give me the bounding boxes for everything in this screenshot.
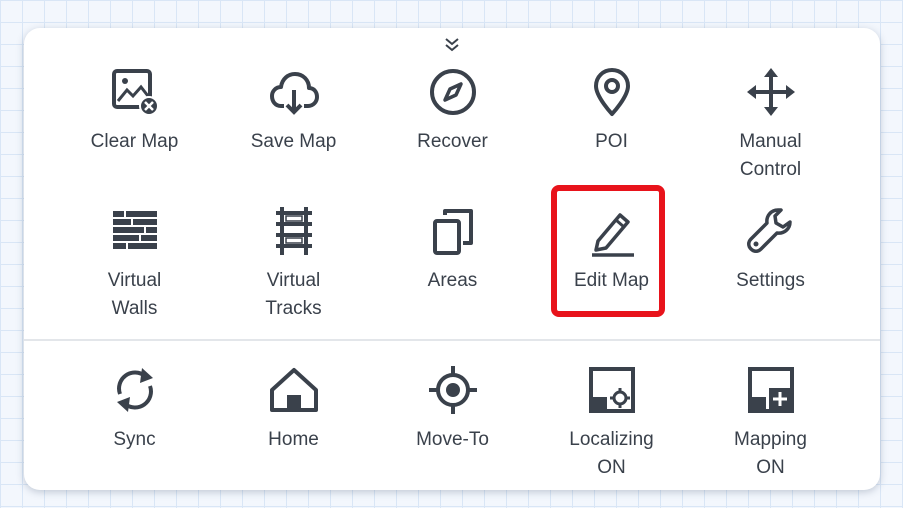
section-divider [24,339,880,341]
home-button[interactable]: Home [214,362,373,490]
home-icon [268,364,320,416]
poi-label: POI [595,131,628,152]
clear-map-button[interactable]: Clear Map [55,64,214,203]
clear-map-label: Clear Map [90,131,179,152]
top-grid: Clear Map Save Map Recover POI Manual Co… [24,64,880,342]
areas-icon [427,205,479,257]
clear-map-icon [109,66,161,118]
move-to-label: Move-To [416,429,489,450]
move-to-button[interactable]: Move-To [373,362,532,490]
target-icon [427,364,479,416]
localizing-button[interactable]: Localizing ON [532,362,691,490]
virtual-walls-label: Virtual Walls [107,270,162,319]
localizing-map-icon [586,364,638,416]
cloud-download-icon [268,66,320,118]
areas-button[interactable]: Areas [373,203,532,342]
virtual-tracks-label: Virtual Tracks [265,270,322,319]
save-map-button[interactable]: Save Map [214,64,373,203]
localizing-label: Localizing ON [569,429,654,478]
recover-button[interactable]: Recover [373,64,532,203]
wrench-icon [745,205,797,257]
manual-control-label: Manual Control [739,131,802,180]
collapse-chevron-icon[interactable] [440,36,464,56]
brick-wall-icon [109,205,161,257]
virtual-walls-button[interactable]: Virtual Walls [55,203,214,342]
settings-button[interactable]: Settings [691,203,850,342]
areas-label: Areas [427,270,478,291]
rail-track-icon [268,205,320,257]
compass-icon [427,66,479,118]
poi-button[interactable]: POI [532,64,691,203]
sync-icon [109,364,161,416]
settings-label: Settings [736,270,805,291]
location-pin-icon [586,66,638,118]
save-map-label: Save Map [250,131,337,152]
virtual-tracks-button[interactable]: Virtual Tracks [214,203,373,342]
sync-button[interactable]: Sync [55,362,214,490]
mapping-add-icon [745,364,797,416]
edit-map-highlight [551,185,665,317]
manual-control-button[interactable]: Manual Control [691,64,850,203]
move-arrows-icon [745,66,797,118]
bottom-grid: Sync Home Move-To Localizing ON Mapping … [24,362,880,490]
command-panel: Clear Map Save Map Recover POI Manual Co… [24,28,880,490]
home-label: Home [268,429,319,450]
mapping-label: Mapping ON [734,429,807,478]
recover-label: Recover [417,131,488,152]
sync-label: Sync [113,429,156,450]
mapping-button[interactable]: Mapping ON [691,362,850,490]
